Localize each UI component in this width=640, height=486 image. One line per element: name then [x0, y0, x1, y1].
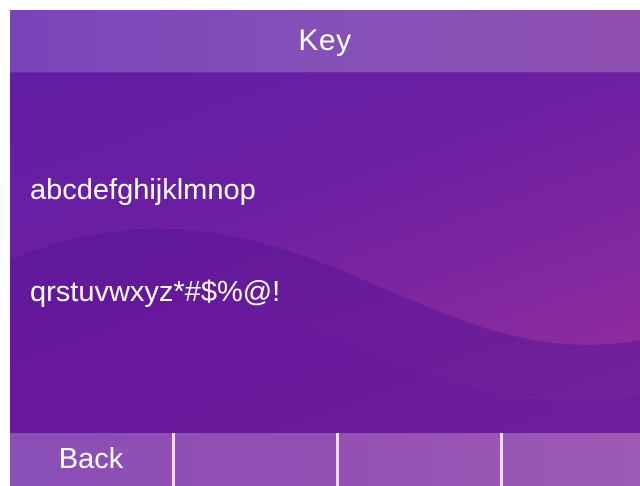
softkey-2[interactable]: [175, 433, 336, 486]
title-bar: Key: [10, 10, 640, 73]
softkey-bar: Back: [10, 433, 640, 486]
softkey-4[interactable]: [503, 433, 640, 486]
back-softkey[interactable]: Back: [10, 433, 172, 486]
phone-screen: Key abcdefghijklmnop qrstuvwxyz*#$%@! Ba…: [10, 10, 640, 486]
page-title: Key: [298, 24, 352, 57]
wave-background: [10, 228, 640, 486]
key-row-letters-q-symbols[interactable]: qrstuvwxyz*#$%@!: [30, 276, 280, 309]
softkey-3[interactable]: [339, 433, 500, 486]
key-row-letters-a-p[interactable]: abcdefghijklmnop: [30, 174, 256, 207]
